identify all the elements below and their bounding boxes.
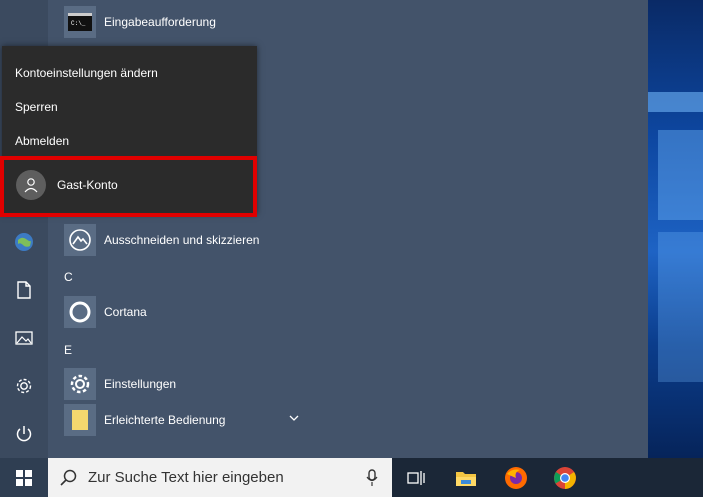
avatar <box>16 170 46 200</box>
file-explorer-icon[interactable] <box>452 464 480 492</box>
section-header-c[interactable]: C <box>64 270 73 284</box>
cmd-icon: C:\_ <box>64 6 96 38</box>
app-command-prompt[interactable]: C:\_ Eingabeaufforderung <box>64 6 216 38</box>
app-settings[interactable]: Einstellungen <box>64 368 176 400</box>
chrome-icon[interactable] <box>551 464 579 492</box>
settings-app-icon <box>64 368 96 400</box>
settings-gear-icon[interactable] <box>12 374 36 398</box>
section-header-e[interactable]: E <box>64 343 72 357</box>
power-icon[interactable] <box>12 422 36 446</box>
app-snip-sketch[interactable]: Ausschneiden und skizzieren <box>64 224 259 256</box>
guest-account-label: Gast-Konto <box>57 178 118 192</box>
search-box[interactable]: Zur Suche Text hier eingeben <box>48 458 392 497</box>
microphone-icon <box>366 469 378 486</box>
person-icon <box>24 178 38 193</box>
sign-out-item[interactable]: Abmelden <box>15 134 69 148</box>
user-photo-icon[interactable] <box>12 230 36 254</box>
windows-logo-icon <box>16 469 32 486</box>
desktop-wallpaper <box>648 0 703 458</box>
snip-sketch-icon <box>64 224 96 256</box>
account-flyout: Kontoeinstellungen ändern Sperren Abmeld… <box>2 46 257 214</box>
document-icon[interactable] <box>12 278 36 302</box>
svg-text:C:\_: C:\_ <box>71 20 86 27</box>
guest-account-item[interactable]: Gast-Konto <box>2 158 257 212</box>
app-label: Ausschneiden und skizzieren <box>104 233 260 247</box>
app-label: Erleichterte Bedienung <box>104 413 226 427</box>
folder-icon <box>64 404 96 436</box>
chevron-down-icon[interactable] <box>288 412 300 424</box>
search-icon <box>60 469 77 486</box>
cortana-icon <box>64 296 96 328</box>
app-label: Cortana <box>104 305 147 319</box>
app-label: Eingabeaufforderung <box>104 15 216 29</box>
app-folder-ease-of-access[interactable]: Erleichterte Bedienung <box>64 404 225 436</box>
change-account-settings-item[interactable]: Kontoeinstellungen ändern <box>15 66 158 80</box>
pictures-icon[interactable] <box>12 326 36 350</box>
firefox-icon[interactable] <box>502 464 530 492</box>
task-view-icon[interactable] <box>402 464 430 492</box>
app-cortana[interactable]: Cortana <box>64 296 147 328</box>
taskbar: Zur Suche Text hier eingeben <box>0 458 703 497</box>
search-placeholder: Zur Suche Text hier eingeben <box>88 469 284 486</box>
app-label: Einstellungen <box>104 377 177 391</box>
start-button[interactable] <box>0 458 48 497</box>
lock-item[interactable]: Sperren <box>15 100 58 114</box>
